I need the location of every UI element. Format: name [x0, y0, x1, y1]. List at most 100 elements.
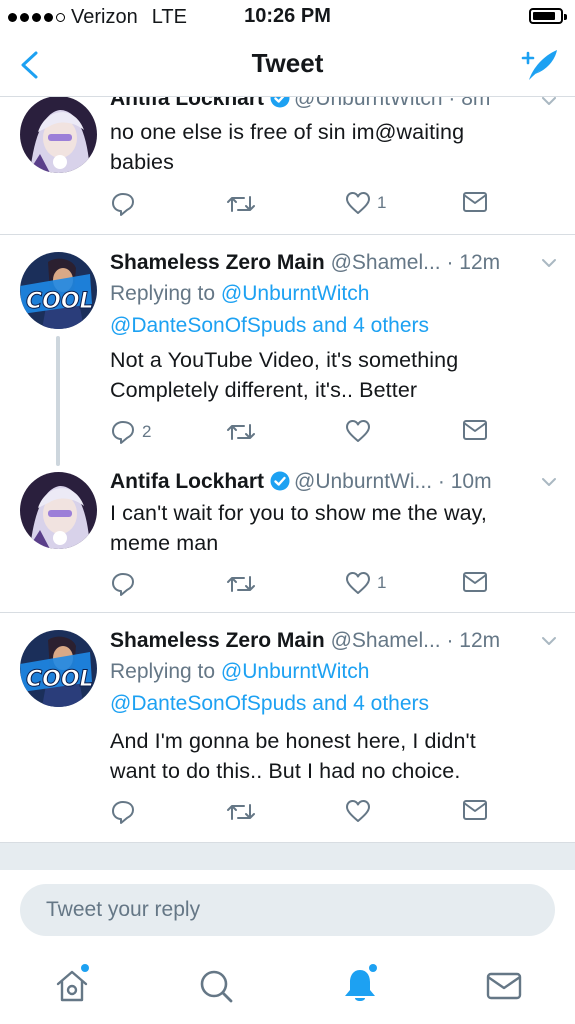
tab-messages[interactable]	[484, 966, 524, 1006]
reply-button[interactable]: 2	[110, 419, 151, 445]
tab-search[interactable]	[196, 966, 236, 1006]
tweet-text: I can't wait for you to show me the way,…	[110, 498, 561, 558]
retweet-icon	[227, 196, 255, 212]
tweet-time: · 8m	[448, 97, 491, 110]
user-handle[interactable]: @UnburntWi...	[294, 470, 432, 493]
direct-message-button[interactable]	[462, 419, 488, 441]
chevron-down-icon[interactable]	[541, 257, 557, 269]
reply-button[interactable]	[110, 799, 142, 825]
tweet-time: · 12m	[446, 629, 501, 652]
avatar[interactable]: COOL!	[20, 252, 97, 329]
tweet-actions: 1	[0, 571, 575, 601]
direct-message-button[interactable]	[462, 799, 488, 821]
tweet-header: Antifa Lockhart @UnburntWi... · 10m	[110, 470, 561, 494]
direct-message-button[interactable]	[462, 571, 488, 593]
battery-icon	[529, 8, 567, 24]
tweet-text-line: Not a YouTube Video, it's something	[110, 348, 459, 372]
retweet-button[interactable]	[226, 571, 262, 597]
reply-input-placeholder: Tweet your reply	[46, 898, 201, 921]
reply-button[interactable]	[110, 191, 142, 217]
replying-to-prefix: Replying to	[110, 282, 216, 305]
chevron-down-icon[interactable]	[541, 635, 557, 647]
tweet-text-line: meme man	[110, 531, 219, 555]
tweet[interactable]: Antifa Lockhart @UnburntWi... · 10m I can…	[0, 460, 575, 612]
replying-to-others-link[interactable]: @DanteSonOfSpuds and 4 others	[110, 688, 561, 720]
tweet[interactable]: Antifa Lockhart @UnburntWitch · 8m no one…	[0, 97, 575, 234]
verified-badge-icon	[270, 471, 290, 491]
tweet-header: Antifa Lockhart @UnburntWitch · 8m	[110, 97, 561, 111]
tweet[interactable]: COOL! Shameless Zero Main @Shamel... · 1…	[0, 613, 575, 842]
tweet-actions: 1	[0, 191, 575, 221]
display-name[interactable]: Antifa Lockhart	[110, 470, 264, 493]
tweet-header: Shameless Zero Main @Shamel... · 12m	[110, 251, 561, 275]
like-button[interactable]	[345, 799, 377, 823]
chevron-down-icon[interactable]	[541, 97, 557, 107]
tweet[interactable]: COOL! Shameless Zero Main @Shamel... · 1…	[0, 235, 575, 460]
svg-text:COOL!: COOL!	[26, 289, 97, 314]
tweet-text-line: want to do this.. But I had no choice.	[110, 759, 461, 783]
reply-icon	[112, 801, 134, 824]
mail-icon	[463, 192, 487, 212]
retweet-button[interactable]	[226, 191, 262, 217]
replying-to-prefix: Replying to	[110, 660, 216, 683]
retweet-icon	[227, 424, 255, 440]
retweet-button[interactable]	[226, 799, 262, 825]
tweet-actions	[0, 799, 575, 829]
reply-composer: Tweet your reply	[0, 870, 575, 952]
chevron-down-icon[interactable]	[541, 476, 557, 488]
mail-icon	[463, 572, 487, 592]
page-title: Tweet	[251, 48, 324, 78]
status-bar: Verizon LTE 10:26 PM	[0, 0, 575, 34]
like-count: 1	[377, 193, 387, 212]
tweet-time: · 12m	[446, 251, 501, 274]
user-handle[interactable]: @Shamel...	[331, 251, 441, 274]
display-name[interactable]: Antifa Lockhart	[110, 97, 264, 110]
display-name[interactable]: Shameless Zero Main	[110, 629, 325, 652]
reply-button[interactable]	[110, 571, 142, 597]
svg-text:COOL!: COOL!	[26, 667, 97, 692]
replying-to-others-link[interactable]: @DanteSonOfSpuds and 4 others	[110, 310, 561, 342]
search-icon	[200, 970, 233, 1003]
avatar-image: COOL!	[20, 252, 97, 329]
like-button[interactable]	[345, 419, 377, 443]
heart-icon	[346, 800, 370, 822]
retweet-button[interactable]	[226, 419, 262, 445]
replying-to: Replying to @UnburntWitch @DanteSonOfSpu…	[110, 656, 561, 720]
user-handle[interactable]: @UnburntWitch	[294, 97, 443, 110]
tweet-text-line: no one else is free of sin im@waiting	[110, 120, 465, 144]
heart-icon	[346, 192, 370, 214]
unread-indicator-dot	[81, 964, 89, 972]
replying-to-user-link[interactable]: @UnburntWitch	[221, 660, 370, 683]
tab-home[interactable]	[52, 964, 92, 1006]
reply-icon	[112, 421, 134, 444]
tweet-text: Not a YouTube Video, it's something Comp…	[110, 345, 561, 405]
mail-icon	[486, 972, 522, 1000]
retweet-icon	[227, 576, 255, 592]
reply-input[interactable]: Tweet your reply	[20, 884, 555, 936]
reply-icon	[112, 193, 134, 216]
user-handle[interactable]: @Shamel...	[331, 629, 441, 652]
tab-bar	[0, 952, 575, 1024]
replying-to-user-link[interactable]: @UnburntWitch	[221, 282, 370, 305]
mail-icon	[463, 800, 487, 820]
direct-message-button[interactable]	[462, 191, 488, 213]
tweet-actions: 2	[0, 419, 575, 449]
tweet-text-line: I can't wait for you to show me the way,	[110, 501, 487, 525]
status-time: 10:26 PM	[244, 5, 331, 27]
reply-count: 2	[142, 422, 152, 441]
avatar-image: COOL!	[20, 630, 97, 707]
like-button[interactable]: 1	[345, 571, 386, 595]
avatar[interactable]	[20, 472, 97, 549]
like-button[interactable]: 1	[345, 191, 386, 215]
avatar[interactable]: COOL!	[20, 630, 97, 707]
tweet-text-line: And I'm gonna be honest here, I didn't	[110, 729, 476, 753]
mail-icon	[463, 420, 487, 440]
avatar[interactable]	[20, 97, 97, 173]
compose-tweet-button[interactable]	[517, 46, 559, 84]
tweet-text: no one else is free of sin im@waiting ba…	[110, 117, 561, 177]
compose-feather-icon	[521, 50, 557, 80]
display-name[interactable]: Shameless Zero Main	[110, 251, 325, 274]
tab-notifications[interactable]	[340, 964, 380, 1006]
home-icon	[56, 970, 88, 1002]
tweet-header: Shameless Zero Main @Shamel... · 12m	[110, 629, 561, 653]
